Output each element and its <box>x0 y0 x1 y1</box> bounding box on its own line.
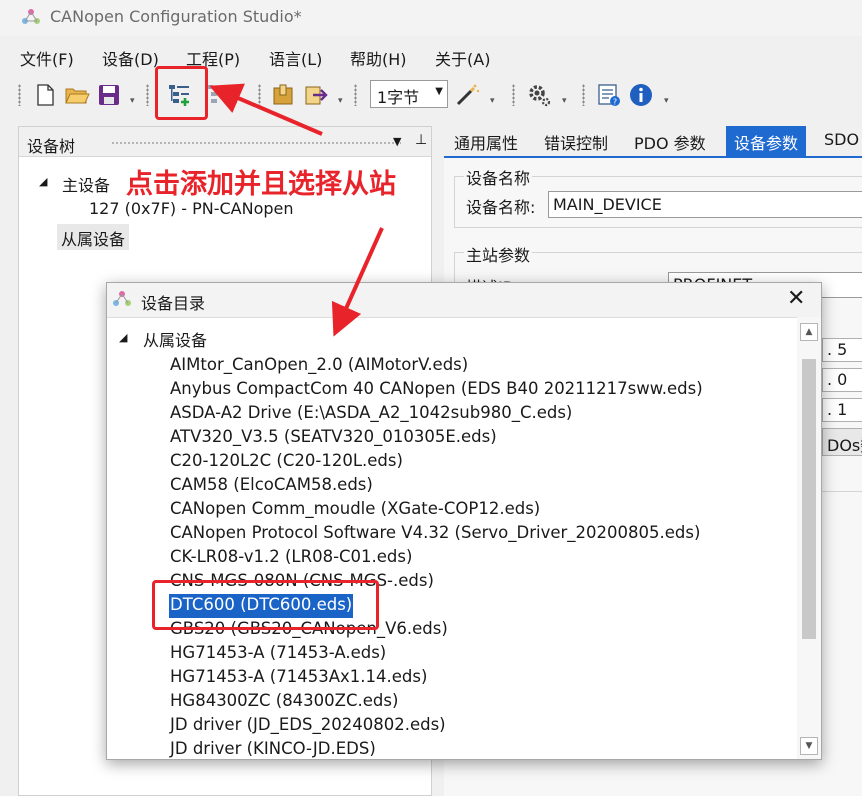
catalog-list-item[interactable]: C20-120L2C (C20-120L.eds) <box>169 450 404 474</box>
tree-master-address[interactable]: 127 (0x7F) - PN-CANopen <box>89 199 294 218</box>
open-folder-icon[interactable] <box>64 82 90 108</box>
tab-sdo[interactable]: SDO <box>816 126 862 156</box>
toolbar-grip <box>582 84 585 106</box>
toolbar-grip <box>258 84 261 106</box>
menu-file[interactable]: 文件(F) <box>20 46 74 70</box>
catalog-list-item[interactable]: HG84300ZC (84300ZC.eds) <box>169 690 399 714</box>
toolbar-grip <box>18 84 21 106</box>
catalog-list: ◢ 从属设备 AIMtor_CanOpen_2.0 (AIMotorV.eds)… <box>107 317 797 759</box>
svg-text:?: ? <box>613 98 617 107</box>
toolbar: ▾ ▾ 1字节 ▼ ▾ ▾ ? ▾ <box>0 74 862 116</box>
device-tree-header: 设备树 ▼ ⊥ <box>19 127 431 157</box>
info-icon[interactable] <box>628 82 654 108</box>
catalog-list-item[interactable]: JD driver (JD_EDS_20240802.eds) <box>169 714 447 738</box>
param-field-2[interactable]: . 0 <box>822 368 862 392</box>
pin-icon[interactable]: ⊥ <box>415 132 427 148</box>
info-dropdown-arrow[interactable]: ▾ <box>664 96 669 106</box>
catalog-list-item[interactable]: CANopen Comm_moudle (XGate-COP12.eds) <box>169 498 541 522</box>
window-title: CANopen Configuration Studio* <box>50 7 302 26</box>
catalog-title-bar: 设备目录 ✕ <box>107 283 821 317</box>
tab-pdo[interactable]: PDO 参数 <box>626 126 714 156</box>
device-name-input[interactable]: MAIN_DEVICE <box>548 191 862 218</box>
close-icon[interactable]: ✕ <box>787 286 805 311</box>
annotation-text: 点击添加并且选择从站 <box>126 169 396 200</box>
import-icon[interactable] <box>270 82 296 108</box>
pdos-button[interactable]: DOs数 <box>822 428 862 456</box>
catalog-root-node[interactable]: 从属设备 <box>143 327 207 351</box>
toolbar-grip <box>354 84 357 106</box>
title-bar: CANopen Configuration Studio* <box>0 0 862 36</box>
catalog-list-item[interactable]: ATV320_V3.5 (SEATV320_010305E.eds) <box>169 426 498 450</box>
device-tree-title: 设备树 <box>27 137 76 156</box>
param-field-3[interactable]: . 1 <box>822 398 862 422</box>
wand-dropdown-arrow[interactable]: ▾ <box>490 96 495 106</box>
catalog-list-item[interactable]: JD driver (KINCO-JD.EDS) <box>169 738 377 759</box>
menu-language[interactable]: 语言(L) <box>269 46 322 70</box>
chevron-down-icon[interactable]: ▼ <box>393 135 401 148</box>
toolbar-grip <box>512 84 515 106</box>
param-field-1[interactable]: . 5 <box>822 338 862 362</box>
device-name-group-title: 设备名称 <box>464 165 533 189</box>
catalog-scrollbar[interactable]: ▲ ▼ <box>797 317 821 759</box>
catalog-list-item[interactable]: HG71453-A (71453Ax1.14.eds) <box>169 666 428 690</box>
menu-about[interactable]: 关于(A) <box>435 46 490 70</box>
catalog-list-item[interactable]: CK-LR08-v1.2 (LR08-C01.eds) <box>169 546 413 570</box>
device-name-label: 设备名称: <box>466 198 536 217</box>
chevron-down-icon: ▼ <box>435 86 443 97</box>
catalog-title: 设备目录 <box>141 294 206 313</box>
save-icon[interactable] <box>96 82 122 108</box>
catalog-info-icon[interactable]: ? <box>596 82 622 108</box>
collapse-arrow-icon[interactable]: ◢ <box>39 175 47 188</box>
highlight-box-add-device <box>155 66 208 120</box>
toolbar-grip <box>146 84 149 106</box>
wand-icon[interactable] <box>454 82 480 108</box>
menu-device[interactable]: 设备(D) <box>102 46 159 70</box>
app-logo-icon <box>113 291 131 306</box>
scroll-up-icon[interactable]: ▲ <box>800 323 818 341</box>
byte-size-select[interactable]: 1字节 ▼ <box>370 80 448 108</box>
catalog-list-item[interactable]: Anybus CompactCom 40 CANopen (EDS B40 20… <box>169 378 704 402</box>
scrollbar-thumb[interactable] <box>802 359 816 639</box>
catalog-list-item[interactable]: CANopen Protocol Software V4.32 (Servo_D… <box>169 522 701 546</box>
highlight-box-selected-item <box>152 580 379 630</box>
catalog-list-item[interactable]: AIMtor_CanOpen_2.0 (AIMotorV.eds) <box>169 354 469 378</box>
header-drag-dots[interactable] <box>111 141 401 145</box>
menu-help[interactable]: 帮助(H) <box>350 46 407 70</box>
scroll-down-icon[interactable]: ▼ <box>800 737 818 755</box>
settings-dropdown-arrow[interactable]: ▾ <box>562 96 567 106</box>
collapse-arrow-icon[interactable]: ◢ <box>119 331 127 344</box>
new-file-icon[interactable] <box>32 82 58 108</box>
tab-error-control[interactable]: 错误控制 <box>536 126 616 156</box>
catalog-list-item[interactable]: ASDA-A2 Drive (E:\ASDA_A2_1042sub980_C.e… <box>169 402 573 426</box>
save-dropdown-arrow[interactable]: ▾ <box>130 96 135 106</box>
tab-general[interactable]: 通用属性 <box>446 126 526 156</box>
tree-master-node[interactable]: 主设备 <box>62 172 110 196</box>
catalog-list-item[interactable]: CAM58 (ElcoCAM58.eds) <box>169 474 374 498</box>
tree-slave-node[interactable]: 从属设备 <box>57 224 130 250</box>
device-catalog-dialog: 设备目录 ✕ ◢ 从属设备 AIMtor_CanOpen_2.0 (AIMoto… <box>106 282 822 760</box>
settings-gear-icon[interactable] <box>526 82 552 108</box>
catalog-list-item[interactable]: HG71453-A (71453-A.eds) <box>169 642 387 666</box>
export-icon[interactable] <box>302 82 328 108</box>
export-dropdown-arrow[interactable]: ▾ <box>338 96 343 106</box>
tab-device-params[interactable]: 设备参数 <box>726 126 807 156</box>
app-logo-icon <box>22 9 40 24</box>
master-params-group-title: 主站参数 <box>464 242 533 266</box>
menu-bar: 文件(F) 设备(D) 工程(P) 语言(L) 帮助(H) 关于(A) <box>0 40 862 72</box>
byte-size-value: 1字节 <box>377 88 420 107</box>
